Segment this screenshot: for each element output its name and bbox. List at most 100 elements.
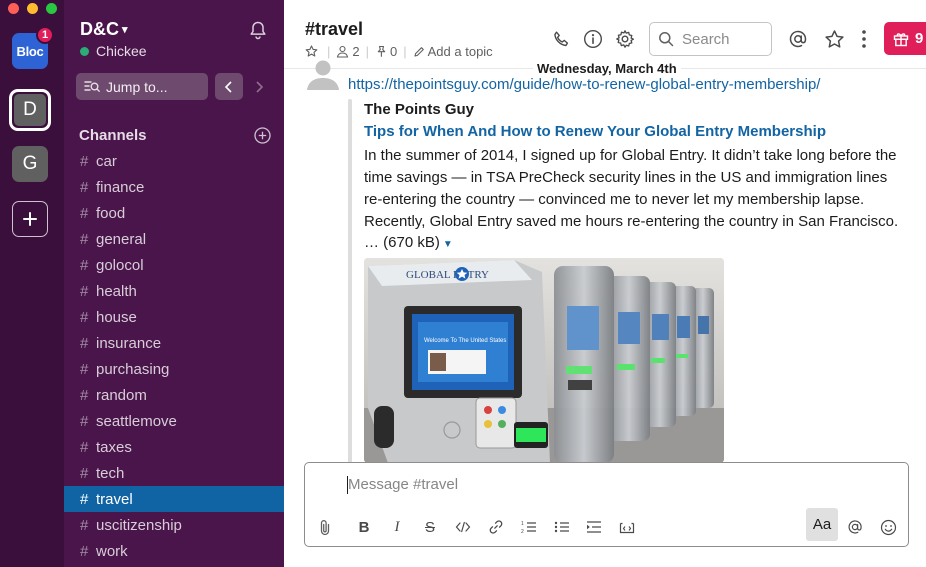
sidebar-item-channel-finance[interactable]: # finance xyxy=(64,174,284,200)
hash-icon: # xyxy=(80,152,89,170)
phone-icon[interactable] xyxy=(550,28,572,50)
channel-view: #travel | 2 | 0 | Add a topic Search 9 W… xyxy=(284,0,926,567)
chevron-right-icon xyxy=(256,80,264,93)
star-icon[interactable] xyxy=(305,45,318,58)
more-actions-icon[interactable] xyxy=(853,28,875,50)
date-divider[interactable]: Wednesday, March 4th xyxy=(533,60,681,77)
gift-button[interactable]: 9 xyxy=(884,22,926,55)
sidebar-item-channel-seattlemove[interactable]: # seattlemove xyxy=(64,408,284,434)
hash-icon: # xyxy=(80,464,89,482)
message-input[interactable]: Message #travel xyxy=(348,476,458,493)
bold-icon[interactable]: B xyxy=(352,516,376,538)
attachment-size: … (670 kB) xyxy=(364,234,440,251)
workspace-dc[interactable]: D xyxy=(9,89,51,131)
search-input[interactable]: Search xyxy=(649,22,772,56)
bulleted-list-icon[interactable] xyxy=(550,516,574,538)
attachment-title-link[interactable]: Tips for When And How to Renew Your Glob… xyxy=(364,123,826,140)
jump-to-label: Jump to... xyxy=(106,78,168,95)
channel-label: golocol xyxy=(96,256,144,274)
info-icon[interactable] xyxy=(582,28,604,50)
ordered-list-icon[interactable]: 12 xyxy=(517,516,541,538)
plus-icon xyxy=(23,212,37,226)
workspace-bloc-label: Bloc xyxy=(16,43,44,59)
workspace-rail: Bloc 1 D G xyxy=(0,0,64,567)
mention-icon[interactable] xyxy=(843,516,867,538)
current-user[interactable]: Chickee xyxy=(80,43,147,59)
attachment-image[interactable]: Welcome To The United States GLOBAL ENTR… xyxy=(364,258,724,463)
sidebar-item-channel-purchasing[interactable]: # purchasing xyxy=(64,356,284,382)
add-workspace-button[interactable] xyxy=(12,201,48,237)
sidebar-item-channel-food[interactable]: # food xyxy=(64,200,284,226)
channel-label: finance xyxy=(96,178,145,196)
hash-icon: # xyxy=(80,204,89,222)
sidebar-item-channel-car[interactable]: # car xyxy=(64,148,284,174)
gear-icon[interactable] xyxy=(614,28,636,50)
channel-label: work xyxy=(96,542,128,560)
hash-icon: # xyxy=(80,230,89,248)
kiosk-screen-text: Welcome To The United States xyxy=(424,338,506,344)
workspace-dc-label: D xyxy=(23,99,37,120)
channel-label: food xyxy=(96,204,126,222)
channel-list: # car # finance # food # general # golocol # health… xyxy=(64,148,284,564)
members-icon[interactable] xyxy=(336,45,349,58)
attachment-description: In the summer of 2014, I signed up for G… xyxy=(364,147,899,230)
window-minimize-button[interactable] xyxy=(27,3,38,14)
message-link[interactable]: https://thepointsguy.com/guide/how-to-re… xyxy=(348,76,820,93)
indent-icon[interactable] xyxy=(582,516,606,538)
code-block-icon[interactable] xyxy=(615,516,639,538)
mentions-icon[interactable] xyxy=(787,28,809,50)
emoji-icon[interactable] xyxy=(876,516,900,538)
pin-icon[interactable] xyxy=(375,45,387,58)
kiosk-sign-text: GLOBAL ENTRY xyxy=(406,269,489,281)
pin-count[interactable]: 0 xyxy=(390,44,397,59)
channel-label: car xyxy=(96,152,117,170)
sidebar-item-channel-taxes[interactable]: # taxes xyxy=(64,434,284,460)
bell-icon[interactable] xyxy=(248,20,268,45)
avatar[interactable] xyxy=(305,60,341,90)
hash-icon: # xyxy=(80,334,89,352)
svg-text:1: 1 xyxy=(521,521,524,527)
channel-label: taxes xyxy=(96,438,132,456)
sidebar-item-channel-general[interactable]: # general xyxy=(64,226,284,252)
sidebar-item-channel-house[interactable]: # house xyxy=(64,304,284,330)
hash-icon: # xyxy=(80,412,89,430)
hash-icon: # xyxy=(80,490,89,508)
link-icon[interactable] xyxy=(484,516,508,538)
channels-section-header[interactable]: Channels xyxy=(79,127,147,144)
sidebar-item-channel-golocol[interactable]: # golocol xyxy=(64,252,284,278)
channel-title[interactable]: #travel xyxy=(305,19,363,40)
workspace-menu[interactable]: D&C ▾ xyxy=(80,19,128,40)
code-icon[interactable] xyxy=(451,516,475,538)
pencil-icon xyxy=(414,46,424,57)
sidebar-item-channel-insurance[interactable]: # insurance xyxy=(64,330,284,356)
attachment-size-toggle[interactable]: … (670 kB) ▼ xyxy=(364,234,453,251)
sidebar-item-channel-health[interactable]: # health xyxy=(64,278,284,304)
paperclip-icon[interactable] xyxy=(313,516,337,538)
sidebar-item-channel-random[interactable]: # random xyxy=(64,382,284,408)
add-topic-link[interactable]: Add a topic xyxy=(428,44,493,59)
workspace-g-label: G xyxy=(22,153,38,174)
hash-icon: # xyxy=(80,360,89,378)
add-channel-icon[interactable] xyxy=(254,127,271,149)
channel-label: uscitizenship xyxy=(96,516,182,534)
sidebar-item-channel-tech[interactable]: # tech xyxy=(64,460,284,486)
starred-items-icon[interactable] xyxy=(823,28,845,50)
strikethrough-icon[interactable]: S xyxy=(418,516,442,538)
history-back-button[interactable] xyxy=(215,73,243,100)
chevron-left-icon xyxy=(224,80,232,93)
sidebar-item-channel-uscitizenship[interactable]: # uscitizenship xyxy=(64,512,284,538)
sidebar-item-channel-work[interactable]: # work xyxy=(64,538,284,564)
sidebar: D&C ▾ Chickee Jump to... Channels # car # fi… xyxy=(64,0,284,567)
history-forward-button[interactable] xyxy=(245,73,273,100)
search-icon xyxy=(659,32,674,47)
workspace-g[interactable]: G xyxy=(12,146,48,182)
window-close-button[interactable] xyxy=(8,3,19,14)
channel-label: general xyxy=(96,230,147,248)
formatting-toggle-button[interactable]: Aa xyxy=(806,508,838,541)
window-maximize-button[interactable] xyxy=(46,3,57,14)
jump-to-button[interactable]: Jump to... xyxy=(76,73,208,100)
sidebar-item-channel-travel[interactable]: # travel xyxy=(64,486,284,512)
italic-icon[interactable]: I xyxy=(385,516,409,538)
member-count[interactable]: 2 xyxy=(352,44,359,59)
message-composer[interactable]: Message #travel B I S 12 Aa xyxy=(304,462,909,547)
